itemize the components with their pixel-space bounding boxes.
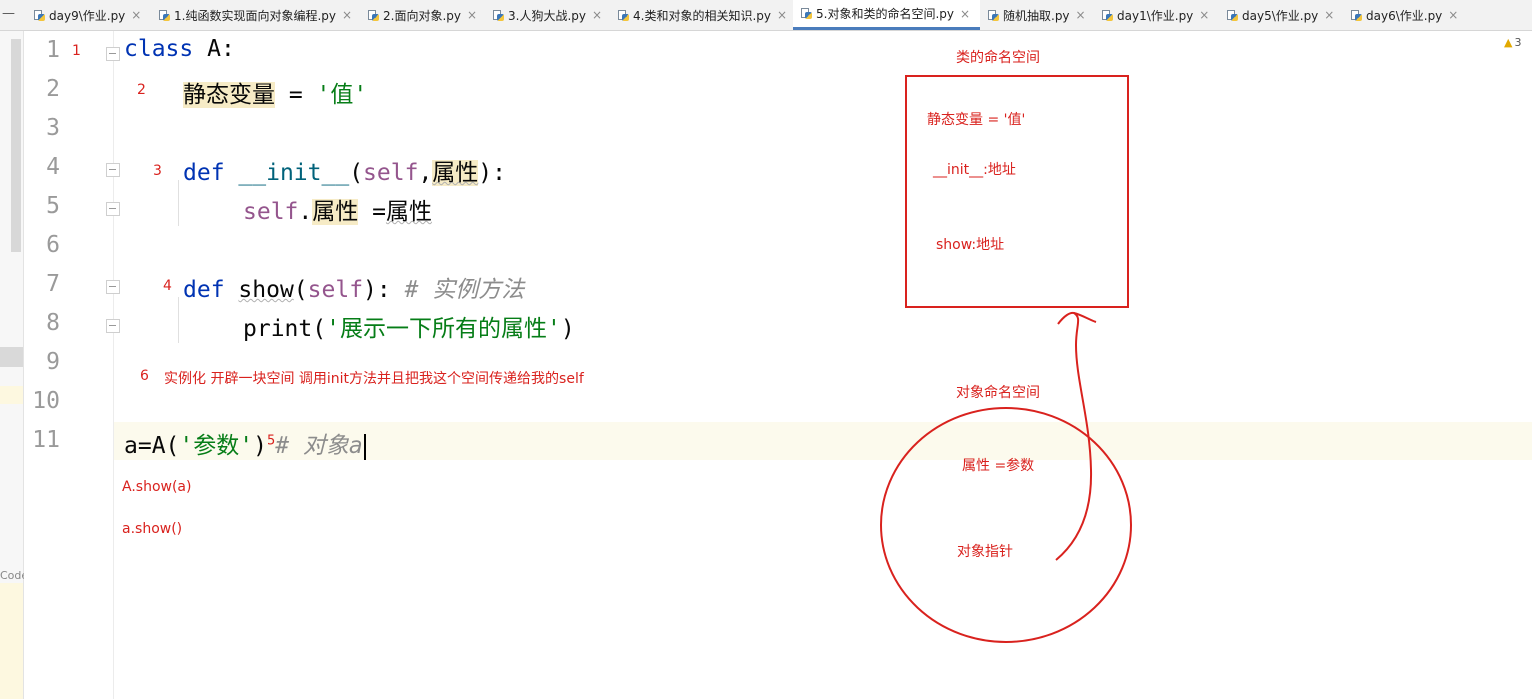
- pointer-arrow-line: [1055, 312, 1093, 561]
- object-namespace-circle: [880, 407, 1132, 643]
- class-namespace-box: [905, 75, 1129, 308]
- annotation-drawings: [880, 75, 1132, 643]
